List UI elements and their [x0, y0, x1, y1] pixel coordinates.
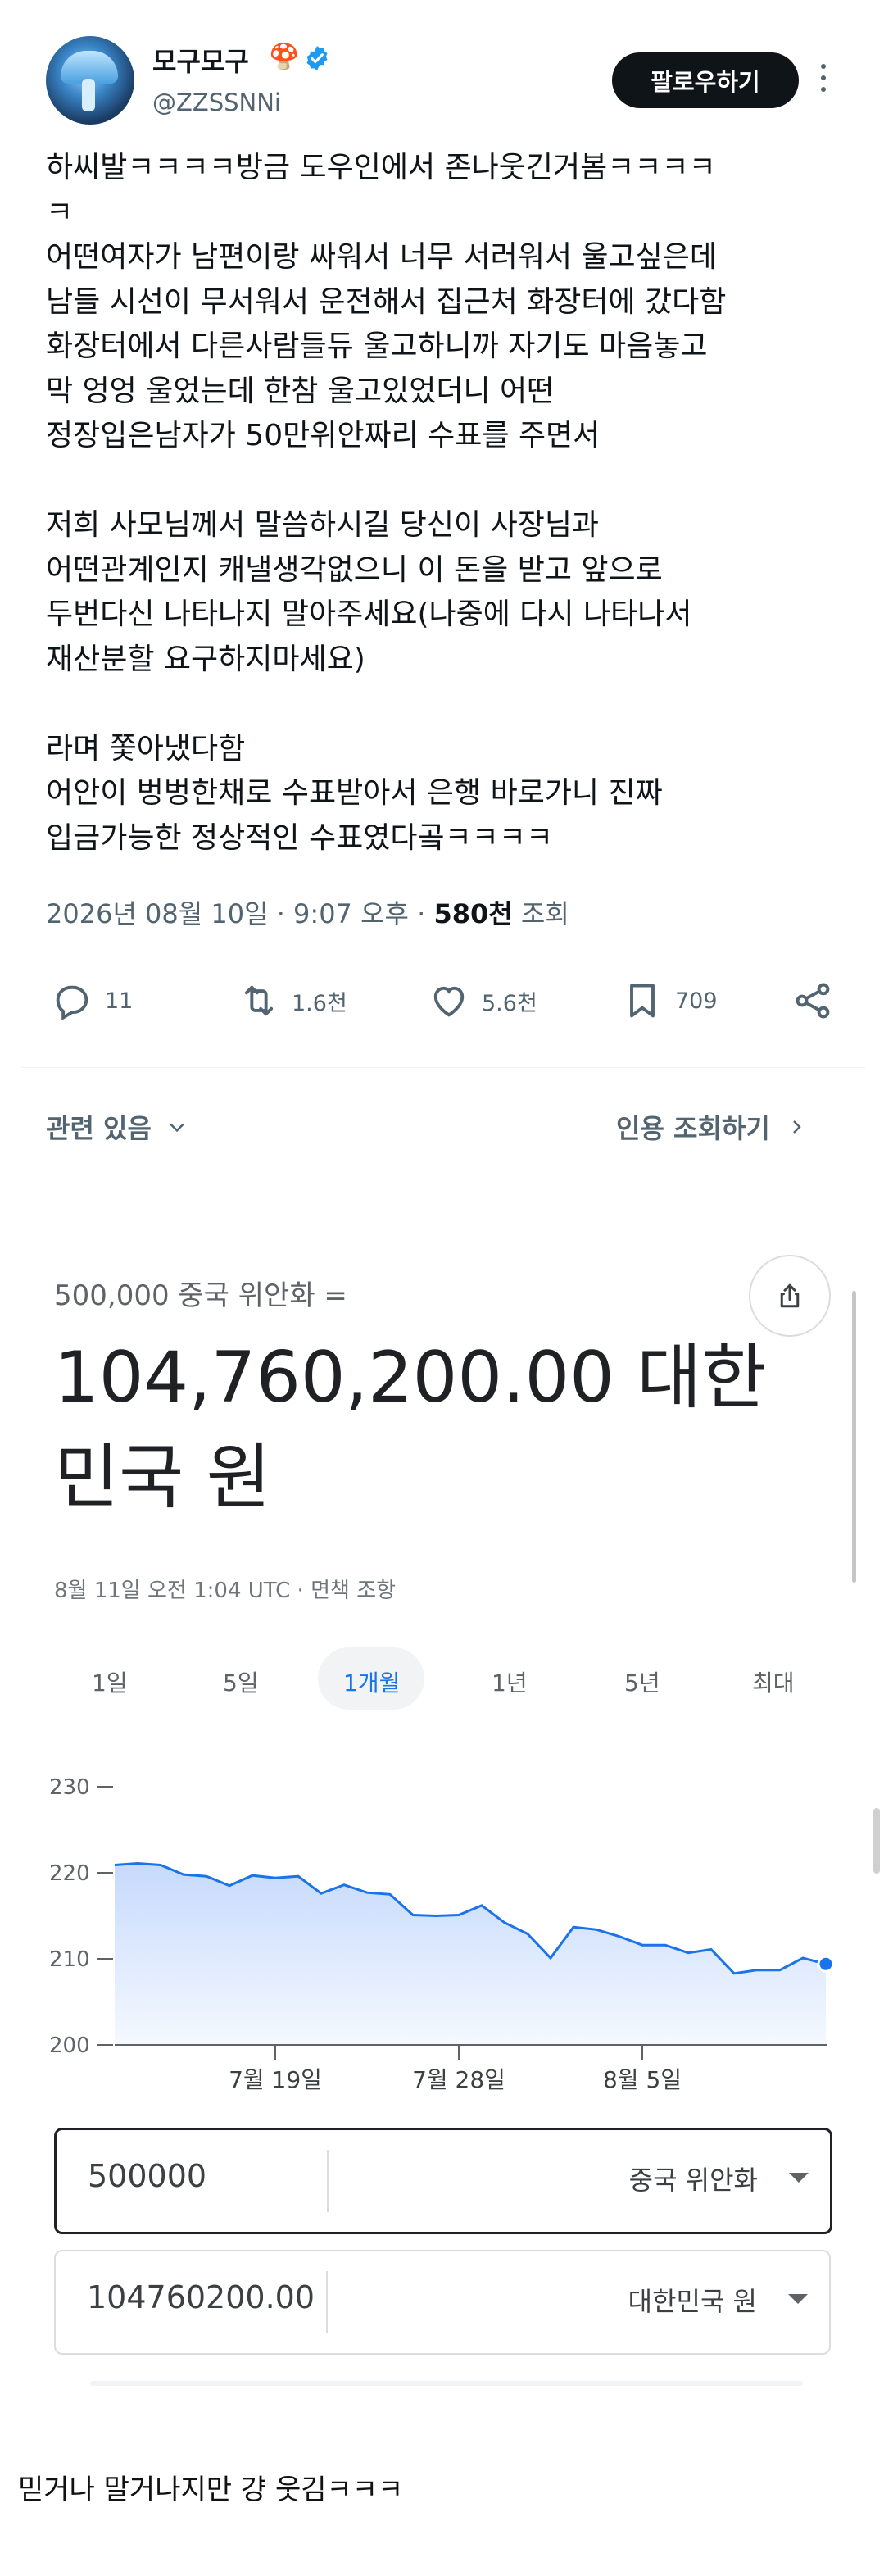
tweet-date[interactable]: 2026년 08월 10일 · 9:07 오후 [46, 898, 409, 929]
update-time-disclaimer[interactable]: 8월 11일 오전 1:04 UTC · 면책 조항 [54, 1574, 396, 1604]
like-button[interactable]: 5.6천 [428, 980, 537, 1021]
related-toggle[interactable]: 관련 있음 [46, 1108, 188, 1146]
reply-icon [56, 985, 88, 1021]
tweet-meta: 2026년 08월 10일 · 9:07 오후 · 580천 조회 [46, 898, 569, 929]
share-result-button[interactable] [749, 1255, 831, 1337]
heart-icon [433, 986, 465, 1017]
from-amount-field[interactable]: 500000 중국 위안화 [54, 2128, 832, 2234]
retweet-count: 1.6천 [292, 990, 347, 1016]
to-amount-field[interactable]: 104760200.00 대한민국 원 [54, 2250, 831, 2355]
range-tab-max[interactable]: 최대 [752, 1665, 795, 1698]
reply-button[interactable]: 11 [51, 980, 133, 1021]
x-tick-label: 7월 28일 [412, 2066, 505, 2090]
follow-button[interactable]: 팔로우하기 [612, 52, 799, 108]
bookmark-icon [630, 984, 655, 1018]
conversion-from-text: 500,000 중국 위안화 = [54, 1279, 347, 1312]
card-bottom-edge [90, 2381, 803, 2386]
from-amount-input[interactable]: 500000 [88, 2158, 325, 2194]
scrollbar[interactable] [852, 1291, 856, 1583]
avatar[interactable] [46, 36, 134, 125]
to-currency-select[interactable]: 대한민국 원 [628, 2281, 757, 2319]
exchange-rate-chart[interactable]: 230 220 210 200 7월 19일 7월 28일 8월 5일 [33, 1762, 852, 2090]
related-label: 관련 있음 [46, 1113, 152, 1144]
view-count: 580천 [433, 898, 513, 929]
more-options-icon[interactable] [818, 64, 829, 97]
y-tick-label: 220 [49, 1861, 90, 1886]
conversion-result: 104,760,200.00 대한민국 원 [54, 1337, 767, 1519]
view-label: 조회 [520, 898, 569, 929]
x-tick-label: 7월 19일 [229, 2066, 322, 2090]
range-tab-1d[interactable]: 1일 [92, 1665, 128, 1698]
to-amount-input[interactable]: 104760200.00 [87, 2279, 324, 2315]
verified-badge-icon [306, 46, 328, 70]
share-icon [796, 983, 830, 1019]
bookmark-button[interactable]: 709 [621, 980, 718, 1021]
mushroom-emoji-icon: 🍄 [269, 43, 300, 71]
page-scrollbar[interactable] [873, 1808, 880, 1874]
user-handle[interactable]: @ZZSSNNi [152, 89, 281, 116]
from-currency-select[interactable]: 중국 위안화 [629, 2160, 758, 2197]
x-tick-label: 8월 5일 [603, 2066, 682, 2090]
quotes-label: 인용 조회하기 [616, 1113, 770, 1144]
retweet-icon [244, 985, 274, 1016]
range-tab-5y[interactable]: 5년 [624, 1665, 660, 1698]
dropdown-arrow-icon[interactable] [788, 2294, 808, 2304]
post-caption: 믿거나 말거나지만 걍 웃김ㅋㅋㅋ [18, 2474, 404, 2506]
y-tick-label: 200 [49, 2033, 90, 2058]
current-rate-point[interactable] [817, 1955, 835, 1973]
tweet-text: 하씨발ㅋㅋㅋㅋ방금 도우인에서 존나웃긴거봄ㅋㅋㅋㅋ ㅋ 어떤여자가 남편이랑 … [46, 151, 727, 855]
view-quotes-link[interactable]: 인용 조회하기 [616, 1108, 806, 1146]
reply-count: 11 [105, 988, 134, 1014]
like-count: 5.6천 [482, 990, 537, 1016]
retweet-button[interactable]: 1.6천 [238, 980, 347, 1021]
divider [21, 1067, 865, 1068]
user-name[interactable]: 모구모구 [152, 41, 249, 79]
range-tab-1m[interactable]: 1개월 [343, 1665, 400, 1698]
range-tab-5d[interactable]: 5일 [223, 1665, 259, 1698]
y-tick-label: 230 [49, 1775, 90, 1800]
chevron-right-icon [792, 1120, 801, 1134]
dropdown-arrow-icon[interactable] [789, 2173, 809, 2183]
chevron-down-icon [170, 1123, 184, 1133]
bookmark-count: 709 [675, 988, 718, 1014]
upload-share-icon [780, 1283, 800, 1308]
y-tick-label: 210 [49, 1947, 90, 1972]
range-tab-1y[interactable]: 1년 [492, 1665, 528, 1698]
chart-area-fill [115, 1863, 826, 2045]
share-button[interactable] [791, 980, 845, 1021]
